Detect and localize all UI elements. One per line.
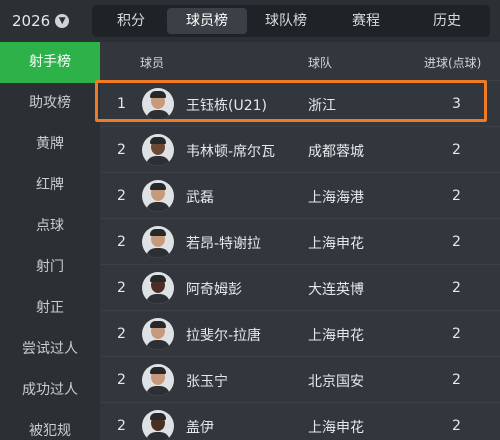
sidebar-item-shots[interactable]: 射门 <box>0 247 100 288</box>
rank-cell: 1 <box>117 96 126 112</box>
player-avatar <box>142 410 174 440</box>
sidebar-item-top-scorers[interactable]: 射手榜 <box>0 42 100 83</box>
rank-cell: 2 <box>117 280 126 296</box>
team-name: 上海申花 <box>308 328 364 344</box>
sidebar-item-yellow-cards[interactable]: 黄牌 <box>0 124 100 165</box>
team-name: 上海申花 <box>308 420 364 436</box>
table-row[interactable]: 2 张玉宁 北京国安 2 <box>100 356 500 402</box>
table-row[interactable]: 2 盖伊 上海申花 2 <box>100 402 500 440</box>
sidebar-item-red-cards[interactable]: 红牌 <box>0 165 100 206</box>
table-row[interactable]: 2 拉斐尔-拉唐 上海申花 2 <box>100 310 500 356</box>
table-row[interactable]: 2 武磊 上海海港 2 <box>100 172 500 218</box>
table-row[interactable]: 1 王钰栋(U21) 浙江 3 <box>100 80 500 126</box>
sidebar-item-penalties[interactable]: 点球 <box>0 206 100 247</box>
table-row[interactable]: 2 阿奇姆彭 大连英博 2 <box>100 264 500 310</box>
ranking-table: 球员 球队 进球(点球) 1 王钰栋(U21) 浙江 3 2 韦林顿-席尔瓦 成… <box>100 42 500 440</box>
rank-cell: 2 <box>117 418 126 434</box>
goals-cell: 2 <box>452 142 461 158</box>
tab-schedule[interactable]: 赛程 <box>325 8 407 34</box>
table-row[interactable]: 2 韦林顿-席尔瓦 成都蓉城 2 <box>100 126 500 172</box>
player-name: 盖伊 <box>186 420 214 436</box>
sidebar-item-fouled[interactable]: 被犯规 <box>0 411 100 440</box>
player-name: 韦林顿-席尔瓦 <box>186 144 276 160</box>
rank-cell: 2 <box>117 326 126 342</box>
tab-bar: 积分 球员榜 球队榜 赛程 历史 <box>92 5 490 37</box>
table-row[interactable]: 2 若昂-特谢拉 上海申花 2 <box>100 218 500 264</box>
goals-cell: 3 <box>452 96 461 112</box>
team-name: 成都蓉城 <box>308 144 364 160</box>
sidebar-item-assists[interactable]: 助攻榜 <box>0 83 100 124</box>
team-name: 北京国安 <box>308 374 364 390</box>
rank-cell: 2 <box>117 188 126 204</box>
team-name: 浙江 <box>308 98 336 114</box>
player-avatar <box>142 272 174 304</box>
team-name: 上海海港 <box>308 190 364 206</box>
goals-cell: 2 <box>452 326 461 342</box>
season-label: 2026 <box>12 12 51 30</box>
rank-cell: 2 <box>117 234 126 250</box>
rank-cell: 2 <box>117 372 126 388</box>
player-avatar <box>142 180 174 212</box>
player-name: 王钰栋(U21) <box>186 98 267 114</box>
player-avatar <box>142 226 174 258</box>
player-avatar <box>142 88 174 120</box>
column-header-player: 球员 <box>140 56 165 70</box>
goals-cell: 2 <box>452 372 461 388</box>
player-name: 阿奇姆彭 <box>186 282 242 298</box>
tab-standings[interactable]: 积分 <box>95 8 167 34</box>
rank-cell: 2 <box>117 142 126 158</box>
stat-category-sidebar: 射手榜 助攻榜 黄牌 红牌 点球 射门 射正 尝试过人 成功过人 被犯规 <box>0 42 100 440</box>
goals-cell: 2 <box>452 280 461 296</box>
tab-history[interactable]: 历史 <box>407 8 487 34</box>
team-name: 上海申花 <box>308 236 364 252</box>
player-avatar <box>142 364 174 396</box>
player-avatar <box>142 318 174 350</box>
player-name: 张玉宁 <box>186 374 228 390</box>
tab-player-rankings[interactable]: 球员榜 <box>167 8 247 34</box>
top-bar: 2026 ▼ 积分 球员榜 球队榜 赛程 历史 <box>0 0 500 42</box>
column-header-goals: 进球(点球) <box>424 56 482 70</box>
season-selector[interactable]: 2026 ▼ <box>12 11 70 31</box>
sidebar-item-dribbles-completed[interactable]: 成功过人 <box>0 370 100 411</box>
player-avatar <box>142 134 174 166</box>
tab-team-rankings[interactable]: 球队榜 <box>247 8 325 34</box>
column-header-team: 球队 <box>308 56 333 70</box>
player-name: 拉斐尔-拉唐 <box>186 328 262 344</box>
goals-cell: 2 <box>452 188 461 204</box>
chevron-down-icon: ▼ <box>55 14 70 28</box>
goals-cell: 2 <box>452 418 461 434</box>
player-name: 武磊 <box>186 190 214 206</box>
goals-cell: 2 <box>452 234 461 250</box>
table-header: 球员 球队 进球(点球) <box>100 42 500 80</box>
sidebar-item-dribbles-attempted[interactable]: 尝试过人 <box>0 329 100 370</box>
team-name: 大连英博 <box>308 282 364 298</box>
sidebar-item-shots-on-target[interactable]: 射正 <box>0 288 100 329</box>
player-name: 若昂-特谢拉 <box>186 236 262 252</box>
